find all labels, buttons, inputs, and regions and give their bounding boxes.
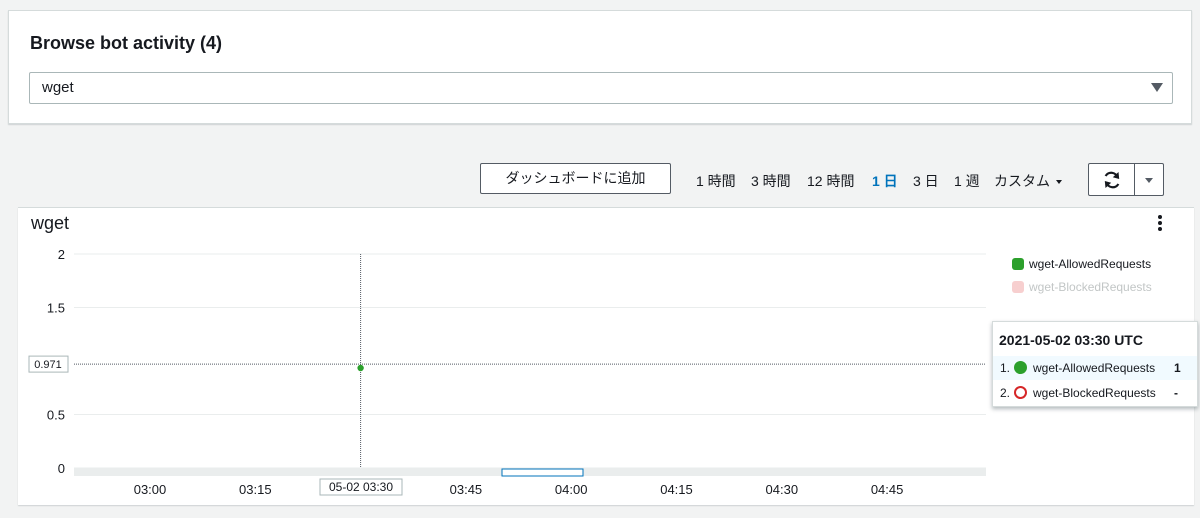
x-tick-label: 04:30 xyxy=(766,482,799,497)
x-tick-label: 03:15 xyxy=(239,482,272,497)
legend-swatch-allowed xyxy=(1012,258,1024,270)
tooltip-index: 1. xyxy=(1000,361,1011,375)
y-tick-label: 1.5 xyxy=(47,301,65,316)
legend-label-allowed: wget-AllowedRequests xyxy=(1029,257,1152,271)
tooltip-series-name: wget-AllowedRequests xyxy=(1033,361,1156,375)
ring-icon xyxy=(1014,386,1028,399)
tooltip-series-name: wget-BlockedRequests xyxy=(1033,386,1156,400)
x-tick-label: 04:45 xyxy=(871,482,904,497)
crosshair-y-label: 0.971 xyxy=(34,359,62,371)
tooltip-value: - xyxy=(1174,386,1178,400)
data-point-allowed[interactable] xyxy=(357,364,364,372)
legend-item-blocked[interactable]: wget-BlockedRequests xyxy=(1012,280,1152,294)
tooltip-row-blocked: 2. wget-BlockedRequests - xyxy=(993,381,1197,405)
x-tick-label: 03:45 xyxy=(450,482,483,497)
x-tick-label: 04:00 xyxy=(555,482,588,497)
legend-swatch-blocked xyxy=(1012,281,1024,293)
circle-icon xyxy=(1014,361,1028,374)
tooltip-value: 1 xyxy=(1174,361,1181,375)
y-tick-label: 0.5 xyxy=(47,408,65,423)
crosshair-x-label: 05-02 03:30 xyxy=(329,480,393,494)
legend-label-blocked: wget-BlockedRequests xyxy=(1029,280,1152,294)
tooltip-time: 2021-05-02 03:30 UTC xyxy=(999,332,1143,348)
scrubber-window[interactable] xyxy=(501,468,584,477)
x-tick-label: 03:00 xyxy=(134,482,167,497)
tooltip-index: 2. xyxy=(1000,386,1011,400)
tooltip-row-allowed: 1. wget-AllowedRequests 1 xyxy=(993,356,1197,380)
x-tick-label: 04:15 xyxy=(660,482,693,497)
legend-item-allowed[interactable]: wget-AllowedRequests xyxy=(1012,257,1151,271)
chart-tooltip: 2021-05-02 03:30 UTC 1. wget-AllowedReque… xyxy=(992,321,1198,407)
y-tick-label: 0 xyxy=(58,461,65,476)
y-tick-label: 2 xyxy=(58,247,65,262)
